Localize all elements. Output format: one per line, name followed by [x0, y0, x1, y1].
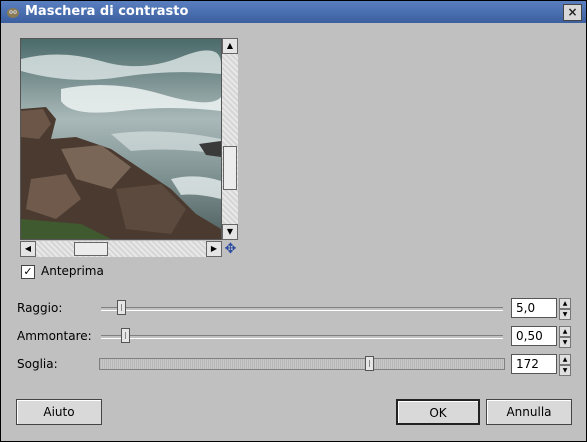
amount-spinbox[interactable]: 0,50 [511, 326, 557, 346]
preview-checkbox-label[interactable]: Anteprima [41, 264, 104, 278]
spin-down-icon[interactable]: ▼ [559, 309, 571, 320]
preview-vertical-scrollbar[interactable]: ▲ ▼ [222, 38, 238, 240]
title-bar[interactable]: Maschera di contrasto × [1, 1, 586, 23]
spin-up-icon[interactable]: ▲ [559, 354, 571, 365]
scroll-up-arrow-icon[interactable]: ▲ [222, 38, 238, 54]
close-button[interactable]: × [563, 4, 582, 21]
amount-slider-handle[interactable] [121, 328, 130, 343]
vertical-scroll-thumb[interactable] [223, 146, 237, 190]
threshold-spinbox-buttons[interactable]: ▲ ▼ [559, 354, 571, 376]
preview-horizontal-scrollbar[interactable]: ◀ ▶ [20, 241, 222, 257]
scroll-down-arrow-icon[interactable]: ▼ [222, 224, 238, 240]
threshold-slider-track[interactable] [99, 358, 505, 370]
cancel-button[interactable]: Annulla [486, 399, 572, 425]
spin-down-icon[interactable]: ▼ [559, 365, 571, 376]
preview-image[interactable] [20, 38, 222, 240]
amount-slider-track[interactable] [101, 335, 503, 339]
dialog-window: Maschera di contrasto × ▲ ▼ ◀ ▶ ✥ ✓ Ante… [0, 0, 587, 442]
spin-up-icon[interactable]: ▲ [559, 326, 571, 337]
ok-button[interactable]: OK [396, 399, 480, 425]
radius-spinbox-buttons[interactable]: ▲ ▼ [559, 298, 571, 320]
amount-label: Ammontare: [17, 329, 92, 343]
window-title: Maschera di contrasto [25, 4, 189, 19]
amount-spinbox-buttons[interactable]: ▲ ▼ [559, 326, 571, 348]
navigate-icon[interactable]: ✥ [223, 242, 238, 257]
spin-down-icon[interactable]: ▼ [559, 337, 571, 348]
radius-slider-track[interactable] [101, 307, 503, 311]
scroll-left-arrow-icon[interactable]: ◀ [20, 241, 36, 257]
spin-up-icon[interactable]: ▲ [559, 298, 571, 309]
threshold-slider-handle[interactable] [365, 356, 374, 371]
horizontal-scroll-thumb[interactable] [74, 242, 108, 256]
threshold-spinbox[interactable]: 172 [511, 354, 557, 374]
radius-label: Raggio: [17, 301, 63, 315]
radius-slider-handle[interactable] [117, 300, 126, 315]
radius-spinbox[interactable]: 5,0 [511, 298, 557, 318]
preview-checkbox[interactable]: ✓ [21, 265, 35, 279]
scroll-right-arrow-icon[interactable]: ▶ [206, 241, 222, 257]
threshold-label: Soglia: [17, 357, 58, 371]
help-button[interactable]: Aiuto [16, 399, 102, 425]
seascape-image [21, 39, 221, 239]
gimp-icon[interactable] [5, 4, 21, 20]
